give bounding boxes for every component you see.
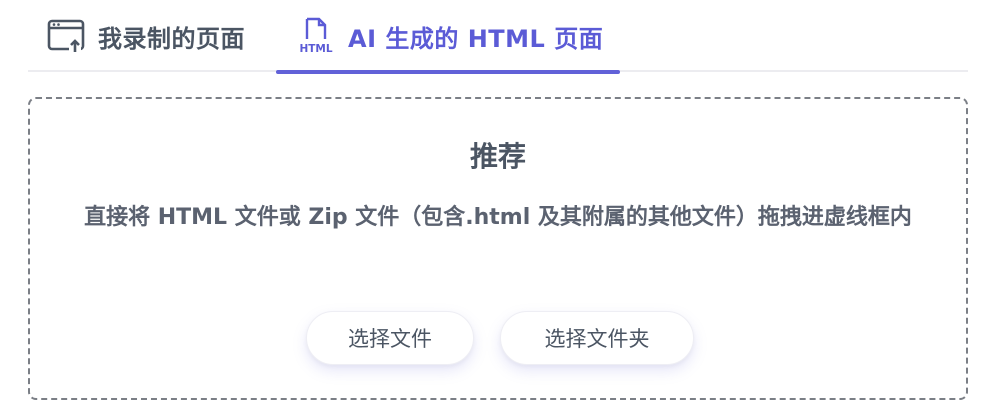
html-file-icon: HTML — [296, 16, 336, 56]
file-drop-zone[interactable]: 推荐 直接将 HTML 文件或 Zip 文件（包含.html 及其附属的其他文件… — [28, 97, 968, 400]
tab-bar: 我录制的页面 HTML AI 生成的 HTML 页面 — [28, 0, 968, 74]
browser-upload-icon — [46, 16, 86, 56]
dropzone-description: 直接将 HTML 文件或 Zip 文件（包含.html 及其附属的其他文件）拖拽… — [84, 205, 912, 230]
tab-ai-label: AI 生成的 HTML 页面 — [348, 24, 604, 53]
dropzone-title: 推荐 — [469, 140, 526, 173]
choose-file-button[interactable]: 选择文件 — [306, 311, 474, 365]
tab-recorded-label: 我录制的页面 — [98, 24, 245, 53]
upload-page: 我录制的页面 HTML AI 生成的 HTML 页面 推荐 直接将 HTML 文… — [0, 0, 998, 418]
choose-folder-button[interactable]: 选择文件夹 — [500, 311, 694, 365]
active-tab-indicator — [276, 70, 620, 74]
tab-recorded-pages[interactable]: 我录制的页面 — [28, 0, 276, 72]
tab-ai-html-pages[interactable]: HTML AI 生成的 HTML 页面 — [276, 0, 620, 74]
svg-text:HTML: HTML — [299, 43, 332, 55]
